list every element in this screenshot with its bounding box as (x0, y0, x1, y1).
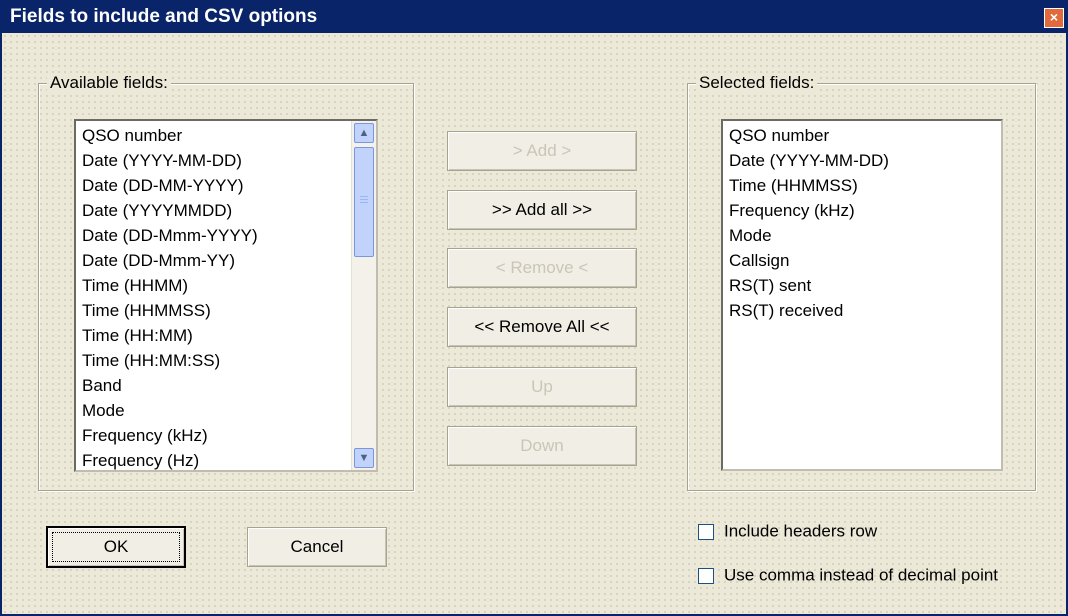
list-item[interactable]: RS(T) received (723, 298, 1001, 323)
grip-icon (360, 196, 368, 204)
remove-button[interactable]: < Remove < (447, 248, 637, 288)
focus-rectangle (52, 532, 180, 562)
ok-button[interactable]: OK (46, 526, 186, 568)
list-item[interactable]: Date (DD-Mmm-YY) (76, 248, 376, 273)
list-item[interactable]: Time (HHMMSS) (76, 298, 376, 323)
list-item[interactable]: QSO number (723, 123, 1001, 148)
dialog-body: Available fields: QSO number Date (YYYY-M… (2, 33, 1066, 614)
remove-all-button[interactable]: << Remove All << (447, 307, 637, 347)
use-comma-option[interactable]: Use comma instead of decimal point (698, 565, 998, 586)
scroll-up-icon[interactable]: ▲ (354, 123, 374, 143)
available-fields-scrollbar[interactable]: ▲ ▼ (351, 121, 376, 470)
dialog-window: Fields to include and CSV options × Avai… (0, 0, 1068, 616)
include-headers-checkbox[interactable] (698, 523, 714, 540)
list-item[interactable]: Time (HH:MM) (76, 323, 376, 348)
add-all-button[interactable]: >> Add all >> (447, 190, 637, 230)
scroll-down-icon[interactable]: ▼ (354, 448, 374, 468)
down-button[interactable]: Down (447, 426, 637, 466)
list-item[interactable]: Band (76, 373, 376, 398)
list-item[interactable]: Date (DD-MM-YYYY) (76, 173, 376, 198)
list-item[interactable]: Frequency (kHz) (723, 198, 1001, 223)
list-item[interactable]: Time (HH:MM:SS) (76, 348, 376, 373)
available-fields-label: Available fields: (47, 73, 171, 93)
close-icon[interactable]: × (1044, 8, 1064, 28)
list-item[interactable]: Date (YYYY-MM-DD) (723, 148, 1001, 173)
window-title: Fields to include and CSV options (10, 6, 318, 27)
include-headers-option[interactable]: Include headers row (698, 521, 877, 542)
selected-fields-list[interactable]: QSO number Date (YYYY-MM-DD) Time (HHMMSS)… (721, 119, 1003, 471)
selected-fields-group: Selected fields: QSO number Date (YYYY-MM… (687, 73, 1036, 491)
list-item[interactable]: Date (DD-Mmm-YYYY) (76, 223, 376, 248)
selected-fields-label: Selected fields: (696, 73, 818, 93)
list-item[interactable]: Date (YYYY-MM-DD) (76, 148, 376, 173)
add-button[interactable]: > Add > (447, 131, 637, 171)
scroll-thumb[interactable] (354, 147, 374, 257)
list-item[interactable]: Time (HHMMSS) (723, 173, 1001, 198)
use-comma-checkbox[interactable] (698, 567, 714, 584)
list-item[interactable]: Date (YYYYMMDD) (76, 198, 376, 223)
title-bar: Fields to include and CSV options × (2, 0, 1068, 33)
list-item[interactable]: Frequency (kHz) (76, 423, 376, 448)
list-item[interactable]: Frequency (Hz) (76, 448, 376, 470)
list-item[interactable]: QSO number (76, 123, 376, 148)
cancel-button[interactable]: Cancel (247, 527, 387, 567)
list-item[interactable]: Mode (723, 223, 1001, 248)
up-button[interactable]: Up (447, 367, 637, 407)
use-comma-label: Use comma instead of decimal point (724, 565, 999, 585)
available-fields-group: Available fields: QSO number Date (YYYY-M… (38, 73, 414, 491)
list-item[interactable]: RS(T) sent (723, 273, 1001, 298)
list-item[interactable]: Mode (76, 398, 376, 423)
available-fields-list[interactable]: QSO number Date (YYYY-MM-DD) Date (DD-MM-Y… (74, 119, 378, 472)
list-item[interactable]: Time (HHMM) (76, 273, 376, 298)
list-item[interactable]: Callsign (723, 248, 1001, 273)
include-headers-label: Include headers row (724, 521, 878, 541)
